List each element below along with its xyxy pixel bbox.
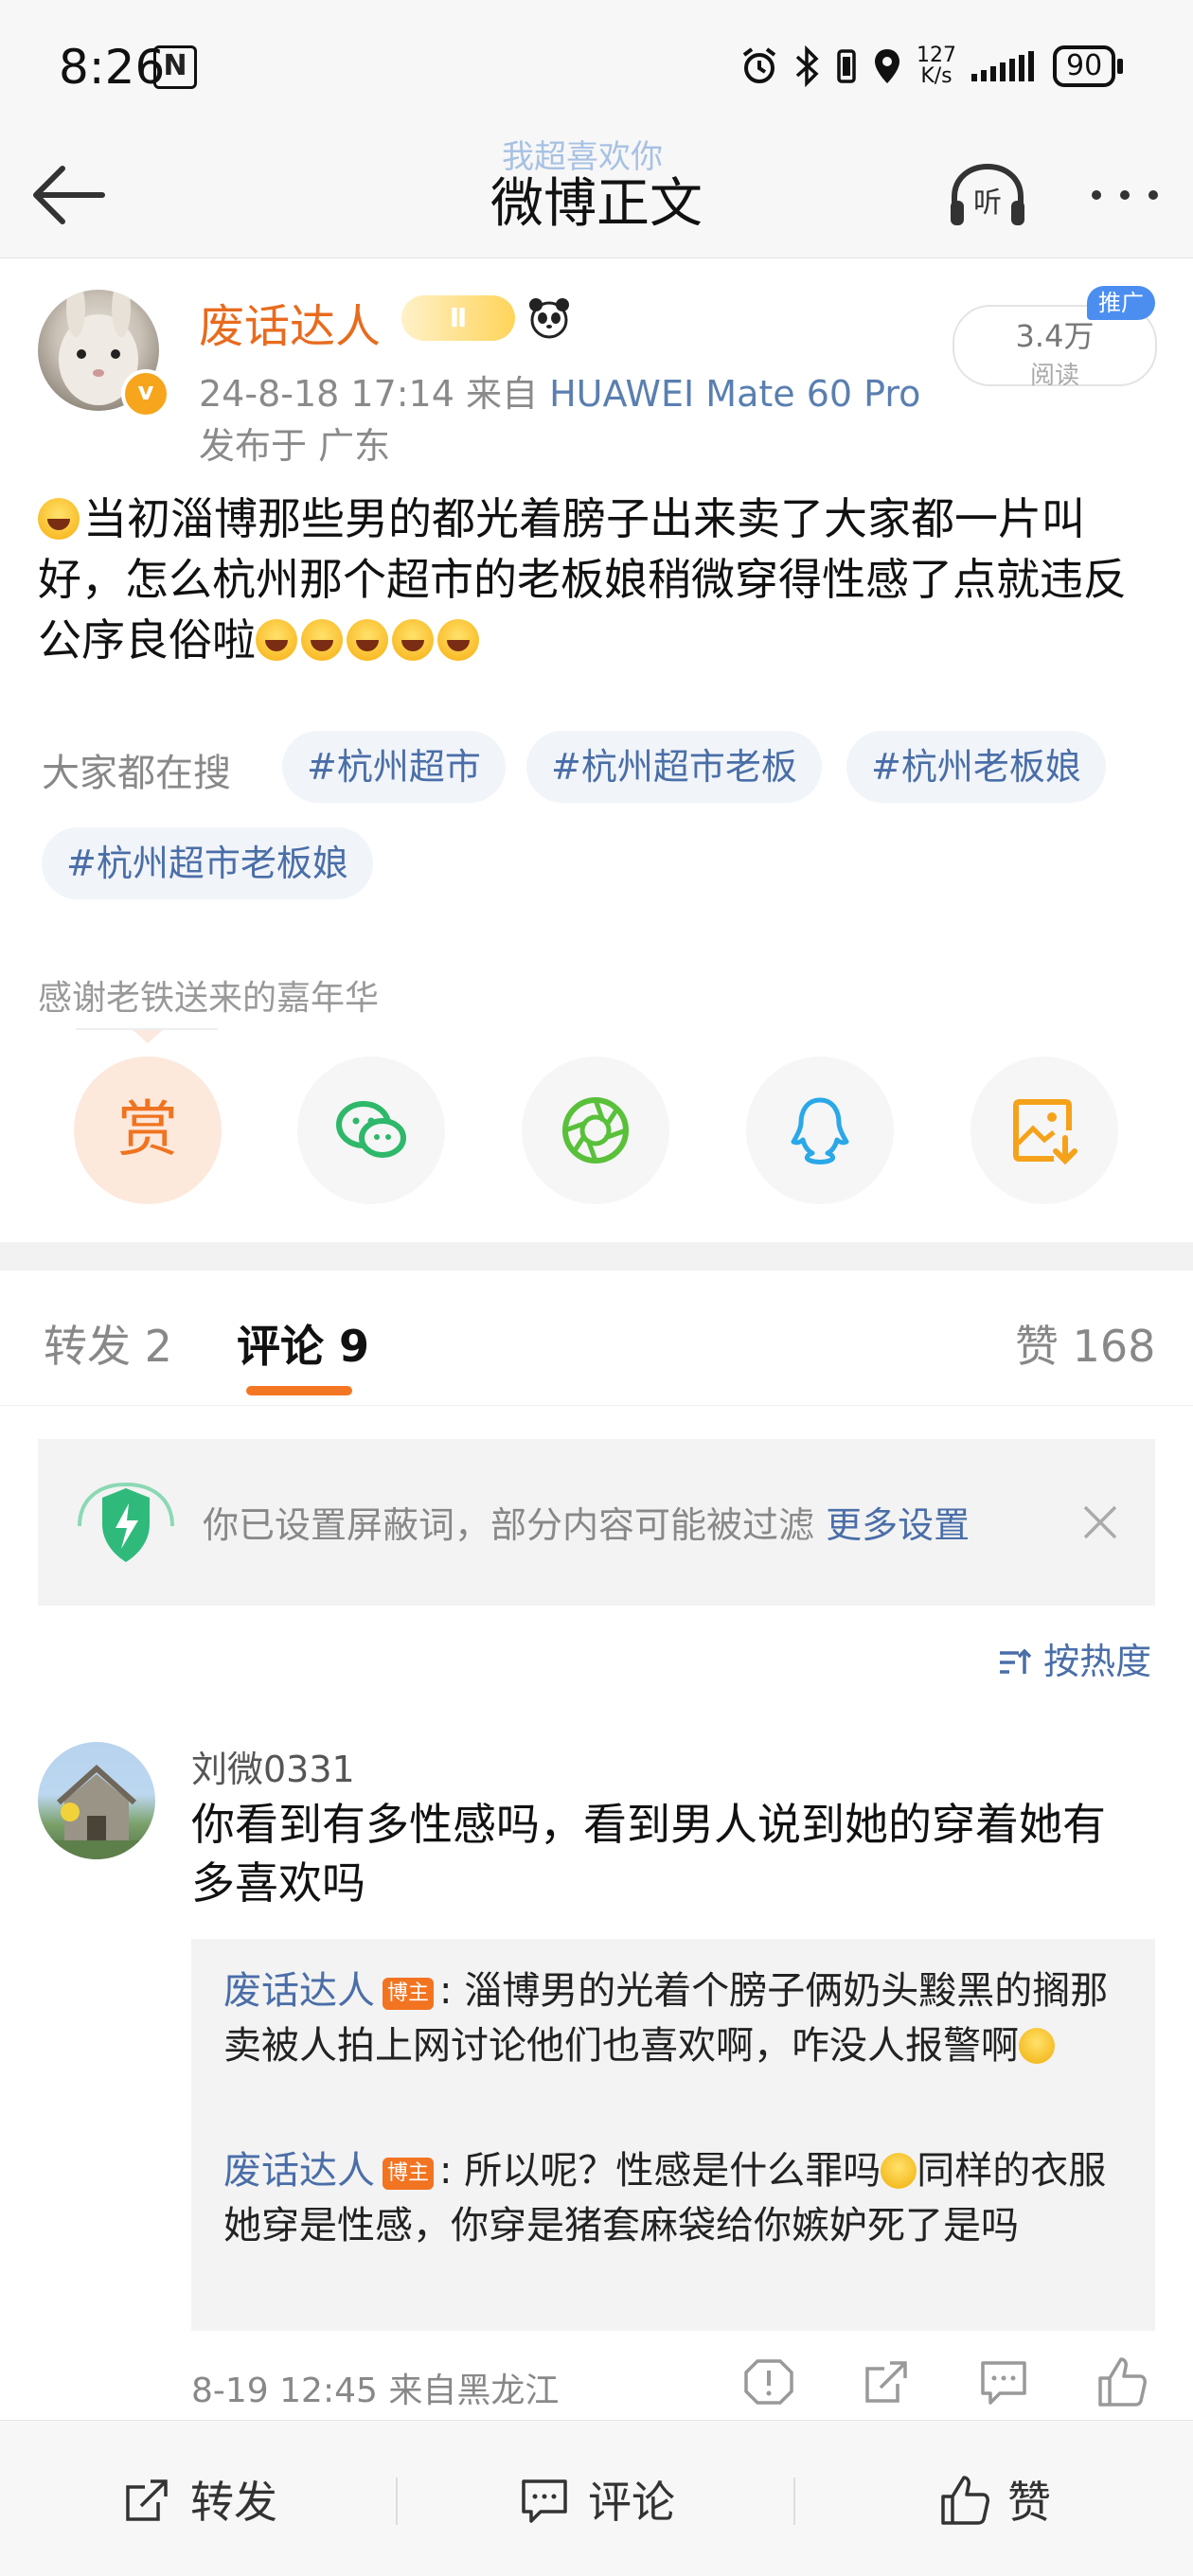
search-tag[interactable]: #杭州超市	[282, 731, 506, 803]
confused-emoji-icon	[881, 2153, 917, 2189]
reward-icon: 赏	[117, 1095, 178, 1165]
search-tag[interactable]: #杭州超市老板娘	[42, 827, 373, 899]
post-content: 当初淄博那些男的都光着膀子出来卖了大家都一片叫好，怎么杭州那个超市的老板娘稍微穿…	[38, 489, 1155, 670]
search-tag[interactable]: #杭州老板娘	[846, 731, 1106, 803]
share-moments-button[interactable]	[522, 1057, 669, 1204]
laugh-emoji-icon	[38, 498, 80, 540]
bottom-action-bar: 转发 评论 赞	[0, 2420, 1193, 2576]
like-icon	[941, 2476, 989, 2525]
repost-icon	[126, 2479, 168, 2521]
bluetooth-icon	[795, 45, 819, 87]
promote-badge[interactable]: 推广	[1087, 286, 1155, 320]
status-time: 8:26	[59, 40, 166, 95]
post-meta: 24-8-18 17:14 来自 HUAWEI Mate 60 Pro	[199, 364, 920, 417]
post-location: 发布于 广东	[199, 425, 391, 467]
laugh-emoji-icon	[392, 619, 434, 661]
reward-thanks-text: 感谢老铁送来的嘉年华	[38, 979, 380, 1018]
more-options-icon[interactable]	[1087, 184, 1163, 206]
verified-badge: v	[121, 369, 170, 418]
sort-icon	[1000, 1648, 1032, 1674]
repost-button[interactable]: 转发	[0, 2421, 398, 2576]
shield-bolt-icon	[78, 1482, 174, 1562]
laugh-emoji-icon	[256, 619, 297, 661]
net-speed-value: 127	[917, 44, 956, 67]
sort-label: 按热度	[1043, 1641, 1152, 1682]
search-tag[interactable]: #杭州超市老板	[526, 731, 822, 803]
search-label: 大家都在搜	[42, 752, 231, 795]
divider	[0, 1405, 1193, 1406]
comment-label: 评论	[588, 2477, 675, 2528]
tab-repost[interactable]: 转发 2	[44, 1312, 172, 1375]
laugh-emoji-icon	[437, 619, 479, 661]
confused-emoji-icon	[1019, 2028, 1055, 2064]
commenter-avatar[interactable]	[38, 1742, 155, 1859]
reply-author[interactable]: 废话达人	[223, 1969, 375, 2013]
author-badge: 博主	[383, 2158, 434, 2190]
house-avatar-image	[38, 1764, 155, 1859]
read-label: 阅读	[1029, 362, 1079, 390]
qq-icon	[791, 1097, 849, 1164]
svg-text:听: 听	[973, 187, 1002, 220]
signal-icon	[971, 51, 1034, 81]
status-bar: 8:26 N 127 K/s 90	[0, 0, 1193, 133]
repost-label: 转发	[190, 2477, 277, 2528]
notice-text: 你已设置屏蔽词，部分内容可能被过滤 更多设置	[203, 1496, 970, 1548]
notice-message: 你已设置屏蔽词，部分内容可能被过滤	[203, 1504, 815, 1546]
more-settings-link[interactable]: 更多设置	[826, 1504, 970, 1546]
tab-like[interactable]: 赞 168	[1015, 1312, 1155, 1375]
close-icon[interactable]	[1079, 1501, 1121, 1543]
like-button[interactable]: 赞	[795, 2421, 1193, 2576]
save-image-icon	[1013, 1099, 1077, 1165]
nav-bar: 我超喜欢你 微博正文 听	[0, 133, 1193, 258]
active-tab-indicator	[246, 1386, 352, 1395]
author-badge: 博主	[383, 1978, 434, 2010]
author-name[interactable]: 废话达人	[199, 289, 381, 355]
laugh-emoji-icon	[301, 619, 343, 661]
vibrate-icon	[837, 49, 856, 83]
reply-text: 所以呢？性感是什么罪吗	[464, 2149, 881, 2193]
comment-time: 8-19 12:45	[191, 2372, 378, 2410]
reply-item[interactable]: 废话达人 博主: 所以呢？性感是什么罪吗 同样的衣服她穿是性感，你穿是猪套麻袋给你嫉…	[223, 2143, 1123, 2253]
reply-author[interactable]: 废话达人	[223, 2149, 375, 2193]
reward-button[interactable]: 赏	[74, 1057, 222, 1204]
reply-item[interactable]: 废话达人 博主: 淄博男的光着个膀子俩奶头黢黑的搁那卖被人拍上网讨论他们也喜欢啊，…	[223, 1963, 1123, 2073]
location-icon	[875, 49, 899, 83]
reply-comment-icon[interactable]	[977, 2355, 1030, 2408]
laugh-emoji-icon	[347, 619, 388, 661]
comment-location: 来自黑龙江	[388, 2372, 560, 2410]
headphones-listen-icon[interactable]: 听	[945, 159, 1030, 235]
comment-icon	[522, 2479, 567, 2523]
comment-button[interactable]: 评论	[398, 2421, 795, 2576]
share-comment-icon[interactable]	[860, 2355, 913, 2408]
share-qq-button[interactable]	[746, 1057, 894, 1204]
save-image-button[interactable]	[970, 1057, 1118, 1204]
status-icons: 127 K/s 90	[739, 38, 1124, 95]
moments-icon	[562, 1097, 629, 1164]
level-badge[interactable]: Ⅱ	[401, 295, 515, 341]
post-device[interactable]: HUAWEI Mate 60 Pro	[549, 373, 920, 415]
report-icon[interactable]	[742, 2355, 795, 2408]
source-prefix: 来自	[466, 373, 539, 415]
filter-notice: 你已设置屏蔽词，部分内容可能被过滤 更多设置	[38, 1439, 1155, 1606]
share-wechat-button[interactable]	[297, 1057, 445, 1204]
battery-indicator: 90	[1053, 45, 1124, 87]
reply-box[interactable]: 废话达人 博主: 淄博男的光着个膀子俩奶头黢黑的搁那卖被人拍上网讨论他们也喜欢啊，…	[191, 1939, 1155, 2331]
alarm-icon	[742, 47, 776, 83]
section-divider	[0, 1242, 1193, 1270]
tooltip-pointer	[133, 1030, 163, 1043]
sort-by-hot[interactable]: 按热度	[998, 1632, 1151, 1684]
nfc-icon: N	[153, 45, 197, 89]
tab-comment[interactable]: 评论 9	[237, 1312, 369, 1375]
comment-text: 你看到有多性感吗，看到男人说到她的穿着她有多喜欢吗	[191, 1799, 1106, 1909]
comment-meta: 8-19 12:45 来自黑龙江	[191, 2363, 559, 2412]
commenter-name[interactable]: 刘微0331	[191, 1740, 355, 1792]
wechat-icon	[336, 1101, 406, 1158]
post-date: 24-8-18 17:14	[199, 373, 454, 415]
like-label: 赞	[1007, 2477, 1051, 2528]
like-comment-icon[interactable]	[1095, 2355, 1148, 2408]
net-speed-unit: K/s	[920, 64, 953, 88]
post-text: 当初淄博那些男的都光着膀子出来卖了大家都一片叫好，怎么杭州那个超市的老板娘稍微穿…	[38, 493, 1127, 666]
panda-icon[interactable]	[526, 295, 572, 341]
net-speed: 127 K/s	[917, 45, 956, 87]
